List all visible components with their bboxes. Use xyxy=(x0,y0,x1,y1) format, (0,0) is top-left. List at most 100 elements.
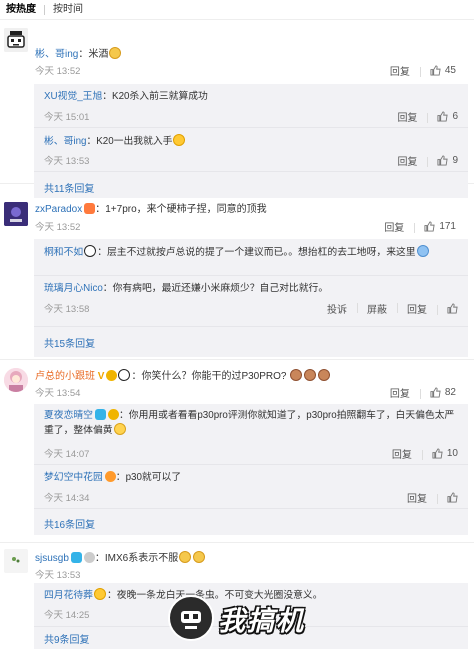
reply-button[interactable]: 回复 xyxy=(374,219,414,234)
like-count: 9 xyxy=(452,154,458,166)
reply-item: 彬、哥ing：K20一出我就入手 今天 13:53 回复 9 xyxy=(34,128,468,172)
comment-time: 今天 13:52 xyxy=(35,222,81,233)
reply-meta: 今天 13:58 投诉 屏蔽 回复 xyxy=(44,301,468,316)
sort-bar: 按热度 按时间 xyxy=(0,0,474,20)
reply-text: 层主不过就按卢总说的提了一个建议而已。。想抬杠的去工地呀，来这里 xyxy=(106,247,416,258)
reply-item: 夏夜恋晴空 ：你用用或者看看p30pro评测你就知道了，p30pro拍照翻车了，白… xyxy=(34,404,468,465)
comment-username[interactable]: sjsusgb xyxy=(35,553,69,564)
reply-button[interactable]: 回复 xyxy=(387,109,427,124)
reply-button[interactable]: 回复 xyxy=(397,490,437,505)
avatar-image xyxy=(4,202,28,226)
reply-username[interactable]: 桐和不如 xyxy=(44,247,83,258)
reply-meta: 今天 13:53 回复 9 xyxy=(44,153,468,168)
member-badge-icon xyxy=(84,203,96,214)
reply-line: 桐和不如 ：层主不过就按卢总说的提了一个建议而已。。想抬杠的去工地呀，来这里 xyxy=(44,245,460,260)
reply-button[interactable]: 回复 xyxy=(397,301,437,316)
thumbs-up-icon xyxy=(424,220,435,232)
reply-username[interactable]: 彬、哥ing xyxy=(44,136,86,147)
member-badge-icon xyxy=(70,552,82,563)
avatar[interactable] xyxy=(4,28,28,52)
monkey-emoji-icon xyxy=(304,369,317,381)
watermark: 我搞机 xyxy=(168,595,305,641)
reply-button[interactable]: 回复 xyxy=(387,153,427,168)
more-replies-link[interactable]: 共15条回复 xyxy=(44,335,95,350)
like-button[interactable] xyxy=(437,302,468,315)
sort-by-time-tab[interactable]: 按时间 xyxy=(49,0,87,20)
comment-item: zxParadox ：1+7pro，来个硬柿子捏，同意的顶我 今天 13:52 回… xyxy=(0,198,474,360)
avatar-image xyxy=(4,368,28,392)
reply-line: 琉璃月心Nico：你有病吧，最近还嫌小米麻烦少？自己对比就行。 xyxy=(44,283,329,294)
more-replies-link[interactable]: 共9条回复 xyxy=(44,631,90,646)
avatar[interactable] xyxy=(4,368,28,392)
comment-line: 卢总的小跟班 V ：你笑什么？你能干的过P30PRO? xyxy=(35,369,466,384)
cool-emoji-icon xyxy=(93,588,106,600)
comment-actions: 回复 171 xyxy=(374,219,466,234)
reply-username[interactable]: XU视觉_王旭 xyxy=(44,91,102,102)
reply-line: 夏夜恋晴空 ：你用用或者看看p30pro评测你就知道了，p30pro拍照翻车了，白… xyxy=(44,409,455,436)
panda-badge-icon xyxy=(84,245,97,257)
comment-item: 彬、哥ing：米酒 今天 13:52 回复 45 XU视觉_王旭：K20杀入前三… xyxy=(0,20,474,198)
vip-badge-icon xyxy=(107,409,119,420)
comment-meta: 今天 13:54 回复 82 xyxy=(35,385,466,400)
like-button[interactable]: 6 xyxy=(427,110,468,123)
reply-button[interactable]: 回复 xyxy=(380,385,420,400)
avatar[interactable] xyxy=(4,202,28,226)
comment-line: sjsusgb ：IMX6系表示不服 xyxy=(35,551,466,566)
thumbs-up-icon xyxy=(447,302,458,314)
reply-username[interactable]: 琉璃月心Nico xyxy=(44,283,103,294)
reply-time: 今天 13:53 xyxy=(44,156,90,167)
reply-line: 梦幻空中花园 ：p30就可以了 xyxy=(44,471,182,483)
like-button[interactable]: 10 xyxy=(421,447,468,460)
reply-meta: 今天 14:07 回复 10 xyxy=(44,446,468,461)
like-count: 10 xyxy=(446,447,458,459)
like-button[interactable]: 171 xyxy=(414,220,466,233)
more-replies-link[interactable]: 共11条回复 xyxy=(44,180,94,195)
reply-text: 你有病吧，最近还嫌小米麻烦少？自己对比就行。 xyxy=(112,283,329,294)
like-count: 45 xyxy=(444,64,456,76)
reply-time: 今天 14:07 xyxy=(44,449,90,460)
like-button[interactable]: 9 xyxy=(427,154,468,167)
avatar[interactable] xyxy=(4,549,28,573)
thumbs-up-icon xyxy=(432,447,443,459)
comment-meta: 今天 13:53 xyxy=(35,567,466,581)
reply-text: p30就可以了 xyxy=(125,472,182,483)
reply-item: XU视觉_王旭：K20杀入前三就算成功 今天 15:01 回复 6 xyxy=(34,84,468,128)
monkey-emoji-icon xyxy=(318,369,331,381)
comment-text: 你笑什么？你能干的过P30PRO? xyxy=(141,371,287,382)
like-button[interactable]: 82 xyxy=(419,387,466,399)
like-button[interactable] xyxy=(437,491,468,504)
reply-meta: 今天 15:01 回复 6 xyxy=(44,109,468,124)
comment-text: IMX6系表示不服 xyxy=(104,553,179,564)
sort-divider xyxy=(44,4,45,15)
comment-username[interactable]: 卢总的小跟班 xyxy=(35,371,95,382)
sweat-emoji-icon xyxy=(113,423,126,435)
comment-time: 今天 13:53 xyxy=(35,570,81,581)
thumbs-up-icon xyxy=(430,64,441,76)
reply-actions: 回复 xyxy=(397,490,468,505)
reply-username[interactable]: 四月花待葬 xyxy=(44,590,93,601)
reply-username[interactable]: 夏夜恋晴空 xyxy=(44,410,93,421)
cry-emoji-icon xyxy=(416,245,429,257)
reply-button[interactable]: 回复 xyxy=(380,63,420,78)
reply-item: 琉璃月心Nico：你有病吧，最近还嫌小米麻烦少？自己对比就行。 今天 13:58… xyxy=(34,276,468,327)
comment-actions: 回复 82 xyxy=(380,385,466,400)
comment-username[interactable]: 彬、哥ing xyxy=(35,49,78,60)
comment-time: 今天 13:52 xyxy=(35,66,81,77)
report-button[interactable]: 投诉 xyxy=(317,301,357,316)
level-badge-icon xyxy=(83,552,95,563)
comment-time: 今天 13:54 xyxy=(35,388,81,399)
verified-badge-icon: V xyxy=(97,371,105,382)
vip-badge-icon xyxy=(104,471,116,482)
sort-by-hot-tab[interactable]: 按热度 xyxy=(2,0,40,20)
reply-username[interactable]: 梦幻空中花园 xyxy=(44,472,103,483)
reply-time: 今天 14:34 xyxy=(44,493,90,504)
comment-text: 米酒 xyxy=(88,49,109,60)
comment-username[interactable]: zxParadox xyxy=(35,204,82,215)
reply-button[interactable]: 回复 xyxy=(382,446,422,461)
more-replies-link[interactable]: 共16条回复 xyxy=(44,516,95,531)
like-button[interactable]: 45 xyxy=(419,64,466,77)
like-count: 6 xyxy=(452,110,458,122)
block-button[interactable]: 屏蔽 xyxy=(357,301,397,316)
comment-actions: 回复 45 xyxy=(380,63,466,78)
reply-box: 夏夜恋晴空 ：你用用或者看看p30pro评测你就知道了，p30pro拍照翻车了，白… xyxy=(34,404,468,535)
